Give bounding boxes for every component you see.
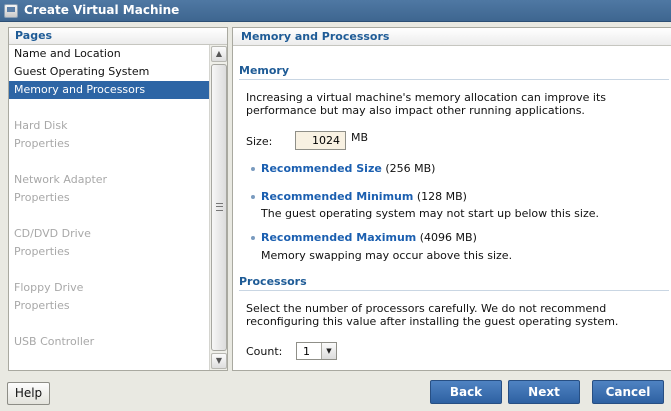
memory-size-input[interactable]: 1024	[295, 131, 346, 150]
next-button[interactable]: Next	[508, 380, 580, 404]
recommended-minimum-link[interactable]: Recommended Minimum	[261, 190, 413, 203]
scroll-down-icon[interactable]: ▼	[211, 353, 227, 369]
recommended-maximum-row: Recommended Maximum (4096 MB)	[261, 231, 477, 244]
pages-list: Name and Location Guest Operating System…	[9, 45, 209, 370]
chevron-down-icon[interactable]: ▼	[321, 343, 336, 359]
size-unit: MB	[351, 131, 369, 144]
minimum-note: The guest operating system may not start…	[261, 207, 600, 220]
pages-panel: Pages Name and Location Guest Operating …	[8, 27, 228, 371]
maximum-note: Memory swapping may occur above this siz…	[261, 249, 513, 262]
size-label: Size:	[246, 135, 273, 148]
processors-description: Select the number of processors carefull…	[246, 302, 619, 328]
processors-divider	[239, 290, 669, 291]
page-item-floppy-drive: Floppy Drive	[14, 281, 84, 294]
content-header: Memory and Processors	[233, 28, 671, 46]
cancel-button[interactable]: Cancel	[592, 380, 664, 404]
page-item-network-adapter: Network Adapter	[14, 173, 108, 186]
pages-scrollbar[interactable]: ▲ ▼	[209, 45, 227, 370]
recommended-maximum-link[interactable]: Recommended Maximum	[261, 231, 416, 244]
window-icon	[4, 4, 18, 18]
page-item-usb-controller: USB Controller	[14, 335, 95, 348]
page-item-hard-disk-properties: Properties	[14, 137, 70, 150]
help-button[interactable]: Help	[7, 382, 50, 405]
grip-icon	[216, 203, 223, 211]
page-item-name-and-location[interactable]: Name and Location	[9, 45, 209, 63]
recommended-minimum-row: Recommended Minimum (128 MB)	[261, 190, 467, 203]
page-item-guest-operating-system[interactable]: Guest Operating System	[9, 63, 209, 81]
recommended-size-row: Recommended Size (256 MB)	[261, 162, 435, 175]
memory-section-title: Memory	[239, 64, 290, 77]
scroll-thumb[interactable]	[211, 64, 227, 351]
page-item-cd-dvd-drive: CD/DVD Drive	[14, 227, 91, 240]
content-panel: Memory and Processors Memory Increasing …	[232, 27, 671, 371]
bullet-icon	[251, 167, 255, 171]
title-bar: Create Virtual Machine	[0, 0, 671, 22]
memory-divider	[239, 79, 669, 80]
page-item-cd-dvd-drive-properties: Properties	[14, 245, 70, 258]
recommended-size-value: (256 MB)	[385, 162, 436, 175]
bullet-icon	[251, 195, 255, 199]
page-item-memory-and-processors[interactable]: Memory and Processors	[9, 81, 209, 99]
processor-count-select[interactable]: 1 ▼	[296, 342, 337, 360]
page-item-floppy-drive-properties: Properties	[14, 299, 70, 312]
count-label: Count:	[246, 345, 283, 358]
recommended-size-link[interactable]: Recommended Size	[261, 162, 382, 175]
scroll-up-icon[interactable]: ▲	[211, 46, 227, 62]
memory-description: Increasing a virtual machine's memory al…	[246, 91, 607, 117]
page-item-network-adapter-properties: Properties	[14, 191, 70, 204]
pages-header: Pages	[9, 28, 227, 45]
recommended-maximum-value: (4096 MB)	[419, 231, 477, 244]
processor-count-value: 1	[303, 345, 310, 358]
processors-section-title: Processors	[239, 275, 307, 288]
back-button[interactable]: Back	[430, 380, 502, 404]
page-item-hard-disk: Hard Disk	[14, 119, 68, 132]
bullet-icon	[251, 236, 255, 240]
recommended-minimum-value: (128 MB)	[416, 190, 467, 203]
window-title: Create Virtual Machine	[24, 3, 180, 17]
